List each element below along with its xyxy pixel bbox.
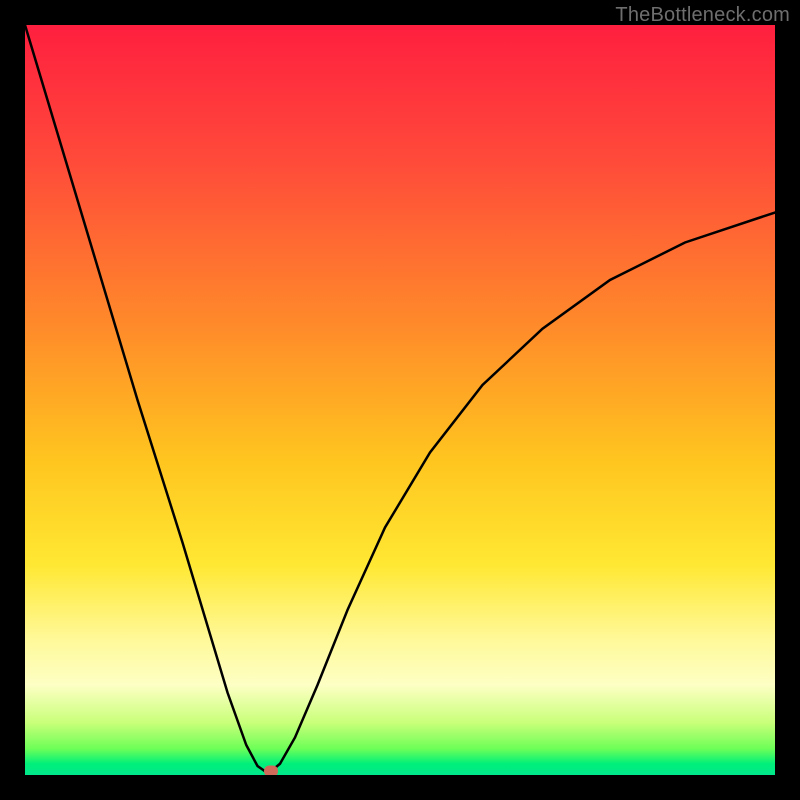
plot-gradient-area [25,25,775,775]
optimal-point-marker [264,766,278,775]
watermark-text: TheBottleneck.com [615,4,790,27]
plot-outer-border [25,25,775,775]
bottleneck-curve-path [25,25,775,771]
chart-frame: TheBottleneck.com [0,0,800,800]
curve-svg [25,25,775,775]
